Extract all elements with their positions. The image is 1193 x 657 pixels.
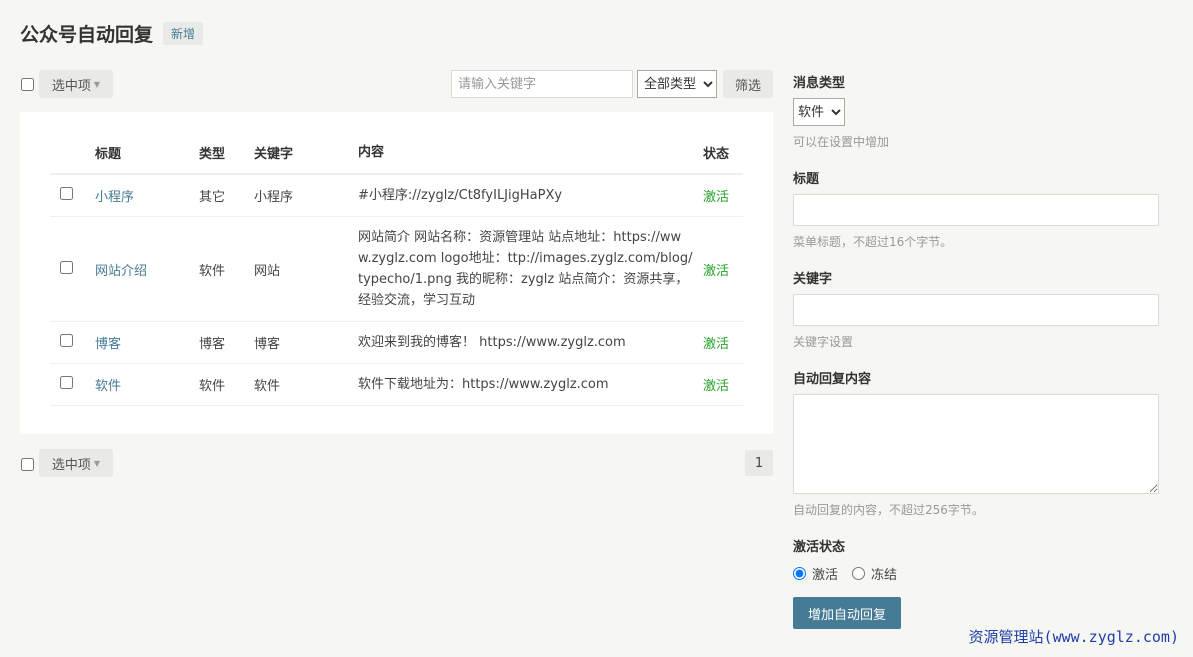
row-content: 欢迎来到我的博客！ https://www.zyglz.com [358, 321, 703, 364]
header-type: 类型 [199, 132, 254, 175]
keyword-label: 关键字 [793, 272, 833, 287]
row-title-link[interactable]: 小程序 [95, 190, 134, 205]
bulk-action-button-bottom[interactable]: 选中项 ▼ [39, 449, 113, 477]
row-checkbox[interactable] [60, 187, 73, 200]
row-content: #小程序://zyglz/Ct8fyILJigHaPXy [358, 174, 703, 217]
title-label: 标题 [793, 172, 820, 187]
row-type: 软件 [199, 363, 254, 406]
keyword-hint: 关键字设置 [793, 335, 854, 349]
row-keyword: 小程序 [254, 174, 358, 217]
msg-type-select[interactable]: 软件 [793, 98, 845, 126]
row-title-link[interactable]: 博客 [95, 337, 121, 352]
status-frozen-text: 冻结 [871, 568, 898, 583]
status-label: 激活状态 [793, 540, 846, 555]
table-header-row: 标题 类型 关键字 内容 状态 [50, 132, 743, 175]
keyword-search-input[interactable] [451, 70, 633, 98]
header-title: 标题 [95, 132, 199, 175]
bulk-action-label: 选中项 [51, 78, 91, 94]
select-all-checkbox[interactable] [21, 78, 34, 91]
status-radio-group: 激活 冻结 [793, 564, 911, 583]
status-frozen-option[interactable]: 冻结 [852, 564, 897, 583]
row-type: 软件 [199, 216, 254, 322]
row-keyword: 软件 [254, 363, 358, 406]
row-title-link[interactable]: 软件 [95, 379, 121, 394]
row-status: 激活 [703, 174, 743, 217]
title-input[interactable] [793, 194, 1159, 226]
row-keyword: 博客 [254, 321, 358, 364]
header-content: 内容 [358, 132, 703, 175]
type-filter-select[interactable]: 全部类型 [637, 70, 717, 98]
header-status: 状态 [703, 132, 743, 175]
row-type: 其它 [199, 174, 254, 217]
page-1-button[interactable]: 1 [745, 450, 773, 476]
row-content: 网站简介 网站名称：资源管理站 站点地址：https://www.zyglz.c… [358, 216, 703, 322]
row-status: 激活 [703, 363, 743, 406]
table-row: 软件 软件 软件 软件下载地址为：https://www.zyglz.com 激… [50, 363, 743, 406]
reply-table-panel: 标题 类型 关键字 内容 状态 小程序 其它 小程序 #小程序://zyglz/… [20, 112, 773, 434]
table-row: 小程序 其它 小程序 #小程序://zyglz/Ct8fyILJigHaPXy … [50, 174, 743, 217]
row-keyword: 网站 [254, 216, 358, 322]
add-reply-submit-button[interactable]: 增加自动回复 [793, 597, 901, 629]
content-textarea[interactable] [793, 394, 1159, 494]
status-frozen-radio[interactable] [852, 567, 866, 580]
caret-down-icon: ▼ [93, 458, 101, 468]
title-hint: 菜单标题，不超过16个字节。 [793, 235, 953, 249]
msg-type-label: 消息类型 [793, 76, 846, 91]
content-hint: 自动回复的内容，不超过256字节。 [793, 503, 984, 517]
bottom-toolbar: 选中项 ▼ 1 [20, 449, 773, 479]
bulk-action-button[interactable]: 选中项 ▼ [39, 70, 113, 98]
table-row: 博客 博客 博客 欢迎来到我的博客！ https://www.zyglz.com… [50, 321, 743, 364]
content-label: 自动回复内容 [793, 372, 872, 387]
status-active-radio[interactable] [793, 567, 806, 580]
top-toolbar: 选中项 ▼ 全部类型 筛选 [20, 70, 773, 100]
row-type: 博客 [199, 321, 254, 364]
status-active-text: 激活 [812, 568, 839, 583]
page-header: 公众号自动回复 新增 [20, 20, 204, 47]
row-content: 软件下载地址为：https://www.zyglz.com [358, 363, 703, 406]
table-row: 网站介绍 软件 网站 网站简介 网站名称：资源管理站 站点地址：https://… [50, 216, 743, 322]
row-status: 激活 [703, 321, 743, 364]
select-all-checkbox-bottom[interactable] [21, 458, 34, 471]
row-checkbox[interactable] [60, 376, 73, 389]
row-checkbox[interactable] [60, 260, 73, 274]
row-checkbox[interactable] [60, 334, 73, 347]
watermark: 资源管理站(www.zyglz.com) [968, 628, 1179, 646]
caret-down-icon: ▼ [93, 79, 101, 89]
header-keyword: 关键字 [254, 132, 358, 175]
new-button[interactable]: 新增 [163, 22, 204, 45]
header-checkbox-cell [50, 132, 95, 175]
row-title-link[interactable]: 网站介绍 [95, 264, 147, 279]
status-active-option[interactable]: 激活 [793, 564, 838, 583]
page-title: 公众号自动回复 [20, 24, 154, 46]
reply-table: 标题 类型 关键字 内容 状态 小程序 其它 小程序 #小程序://zyglz/… [50, 132, 743, 406]
bulk-action-label: 选中项 [51, 457, 91, 473]
row-status: 激活 [703, 216, 743, 322]
filter-button[interactable]: 筛选 [723, 70, 773, 98]
keyword-input[interactable] [793, 294, 1159, 326]
msg-type-hint: 可以在设置中增加 [793, 135, 890, 149]
